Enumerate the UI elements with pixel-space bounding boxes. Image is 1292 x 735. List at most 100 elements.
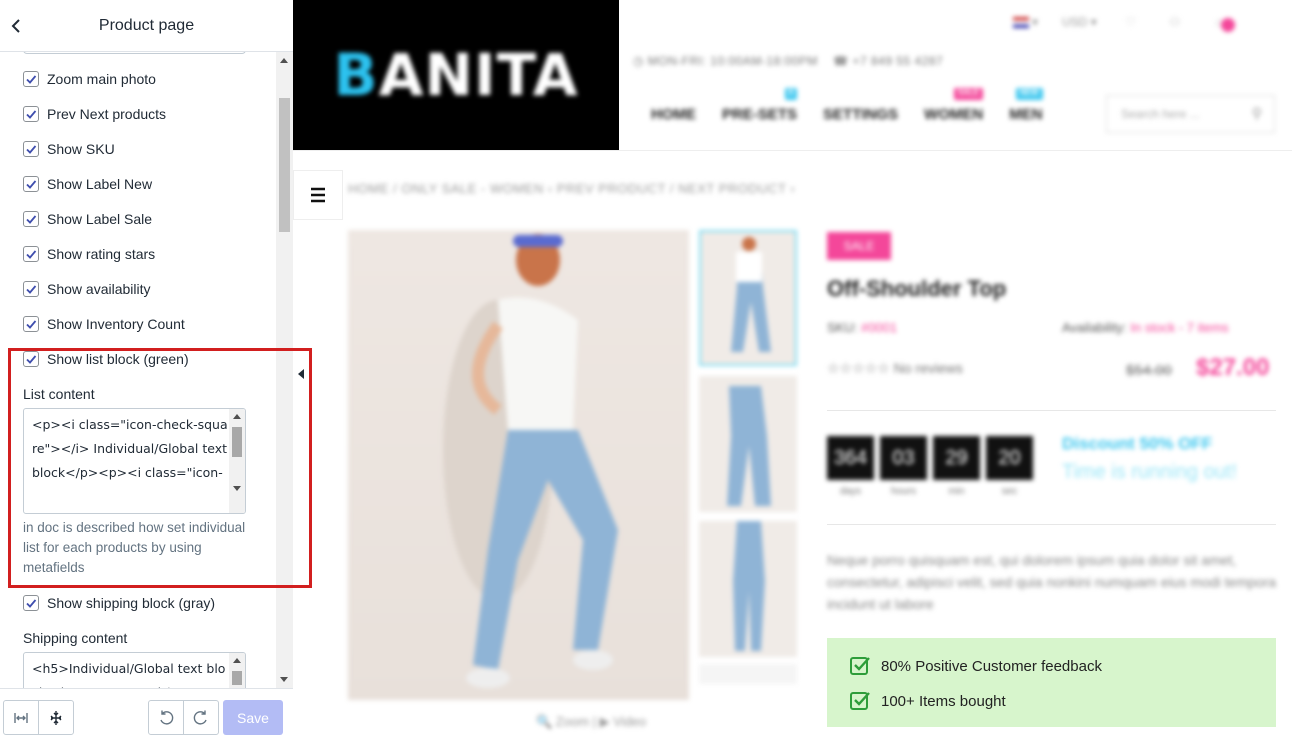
checkbox[interactable]: [23, 106, 39, 122]
cart-bag-icon[interactable]: ⌂: [1209, 12, 1235, 32]
setting-show-label-sale[interactable]: Show Label Sale: [23, 209, 152, 229]
list-content-value[interactable]: <p><i class="icon-check-square"></i> Ind…: [32, 413, 228, 485]
breadcrumb[interactable]: HOME / ONLY SALE - WOMEN ‹ PREV PRODUCT …: [348, 181, 795, 196]
sidebar-toggle-button[interactable]: [293, 170, 343, 220]
store-preview: BANITA ▾ USD ▾ ♡ ⚇ ⌂ ◷ MON-FRI: 10:00AM-…: [293, 0, 1292, 735]
setting-zoom-main-photo[interactable]: Zoom main photo: [23, 69, 156, 89]
language-selector[interactable]: ▾: [1013, 15, 1038, 29]
setting-show-inventory-count[interactable]: Show Inventory Count: [23, 314, 185, 334]
main-product-photo[interactable]: [348, 230, 689, 700]
discount-text: Discount 50% OFF: [1062, 434, 1213, 453]
currency-selector[interactable]: USD ▾: [1062, 15, 1097, 29]
textarea-scrollbar[interactable]: [229, 653, 245, 688]
product-availability: Availability: In stock - 7 items: [1062, 320, 1229, 335]
redo-button[interactable]: [183, 700, 219, 735]
checkbox-label: Prev Next products: [47, 106, 167, 122]
account-user-icon[interactable]: ⚇: [1165, 12, 1185, 32]
panel-scrollbar[interactable]: [276, 52, 293, 688]
previous-field[interactable]: [23, 52, 246, 54]
countdown-unit: sec: [1001, 486, 1018, 497]
store-topbar: ▾ USD ▾ ♡ ⚇ ⌂: [1013, 12, 1235, 32]
scroll-thumb[interactable]: [279, 98, 290, 232]
shipping-content-textarea[interactable]: <h5>Individual/Global text block</h5> Fr…: [23, 652, 246, 688]
scroll-up-arrow-icon[interactable]: [233, 658, 241, 663]
store-logo[interactable]: BANITA: [293, 0, 619, 150]
save-button[interactable]: Save: [223, 700, 283, 735]
checkbox[interactable]: [23, 246, 39, 262]
panel-collapse-tab[interactable]: [293, 362, 309, 386]
panel-title: Product page: [98, 16, 195, 34]
scroll-thumb[interactable]: [232, 427, 242, 457]
old-price: $54.00: [1126, 362, 1172, 379]
setting-prev-next-products[interactable]: Prev Next products: [23, 104, 166, 124]
expand-horizontal-icon: [14, 712, 28, 723]
sku-value: #0001: [860, 320, 898, 335]
photo-tools[interactable]: 🔍 Zoom | ▶ Video: [536, 714, 646, 730]
sale-badge: SALE: [827, 232, 891, 260]
setting-show-availability[interactable]: Show availability: [23, 279, 151, 299]
wishlist-heart-icon[interactable]: ♡: [1121, 12, 1141, 32]
logo-first-letter: B: [333, 41, 379, 109]
scroll-down-arrow-icon[interactable]: [233, 486, 241, 491]
scroll-down-arrow-icon[interactable]: [280, 677, 288, 682]
list-content-help-text: in doc is described how set individual l…: [23, 520, 246, 575]
collapse-button[interactable]: [38, 700, 74, 735]
list-item-text: 80% Positive Customer feedback: [881, 657, 1102, 675]
countdown-minutes: 29 min: [933, 436, 980, 497]
shipping-content-value[interactable]: <h5>Individual/Global text block</h5> Fr…: [32, 657, 228, 688]
checkbox[interactable]: [23, 176, 39, 192]
check-square-icon: [850, 692, 870, 710]
checkbox[interactable]: [23, 211, 39, 227]
countdown-value: 20: [986, 436, 1033, 480]
product-sku: SKU: #0001: [827, 320, 897, 335]
divider: [827, 524, 1276, 525]
checkbox-label: Show Label Sale: [47, 211, 153, 227]
countdown-value: 29: [933, 436, 980, 480]
list-content-textarea[interactable]: <p><i class="icon-check-square"></i> Ind…: [23, 408, 246, 514]
countdown-days: 364 days: [827, 436, 874, 497]
flag-icon: [1013, 17, 1029, 29]
nav-pre-sets[interactable]: PRE-SETS 8: [722, 88, 798, 123]
search-icon[interactable]: ⚲: [1252, 105, 1262, 122]
availability-value: In stock - 7 items: [1130, 320, 1229, 335]
textarea-scrollbar[interactable]: [229, 409, 245, 513]
setting-show-rating-stars[interactable]: Show rating stars: [23, 244, 155, 264]
checkbox-label: Show Inventory Count: [47, 316, 185, 332]
setting-show-list-block[interactable]: Show list block (green): [23, 349, 189, 369]
checkbox[interactable]: [23, 595, 39, 611]
nav-label: PRE-SETS: [722, 106, 798, 123]
checkbox[interactable]: [23, 351, 39, 367]
setting-show-label-new[interactable]: Show Label New: [23, 174, 152, 194]
scroll-thumb[interactable]: [232, 671, 242, 685]
undo-button[interactable]: [148, 700, 184, 735]
checkbox[interactable]: [23, 281, 39, 297]
scroll-up-arrow-icon[interactable]: [280, 58, 288, 63]
thumbnail-2[interactable]: [699, 376, 797, 512]
thumbnail-3[interactable]: [699, 521, 797, 657]
fit-width-button[interactable]: [3, 700, 39, 735]
countdown-value: 03: [880, 436, 927, 480]
scroll-up-arrow-icon[interactable]: [233, 414, 241, 419]
store-search-input[interactable]: Search here ... ⚲: [1106, 95, 1275, 133]
checkbox[interactable]: [23, 316, 39, 332]
divider: [827, 410, 1276, 411]
thumbnail-more[interactable]: [699, 664, 797, 684]
logo-rest: ANITA: [378, 41, 579, 109]
checkbox[interactable]: [23, 141, 39, 157]
thumbnail-1[interactable]: [699, 230, 797, 366]
checkbox[interactable]: [23, 71, 39, 87]
product-description: Neque porro quisquam est, qui dolorem ip…: [827, 552, 1277, 612]
nav-settings[interactable]: SETTINGS: [823, 106, 898, 123]
countdown-unit: hours: [890, 486, 916, 497]
back-chevron-icon[interactable]: [6, 14, 26, 38]
setting-show-sku[interactable]: Show SKU: [23, 139, 115, 159]
setting-show-shipping-block[interactable]: Show shipping block (gray): [23, 593, 215, 613]
nav-men[interactable]: MEN NEW: [1009, 88, 1043, 123]
nav-women[interactable]: WOMEN SALE: [924, 88, 984, 123]
countdown-unit: days: [839, 486, 862, 497]
list-item-text: 100+ Items bought: [881, 692, 1006, 710]
checkbox-label: Show Label New: [47, 176, 153, 192]
nav-badge: SALE: [953, 88, 984, 100]
nav-home[interactable]: HOME: [651, 106, 696, 123]
rating-stars[interactable]: ☆☆☆☆☆ No reviews: [827, 360, 963, 377]
